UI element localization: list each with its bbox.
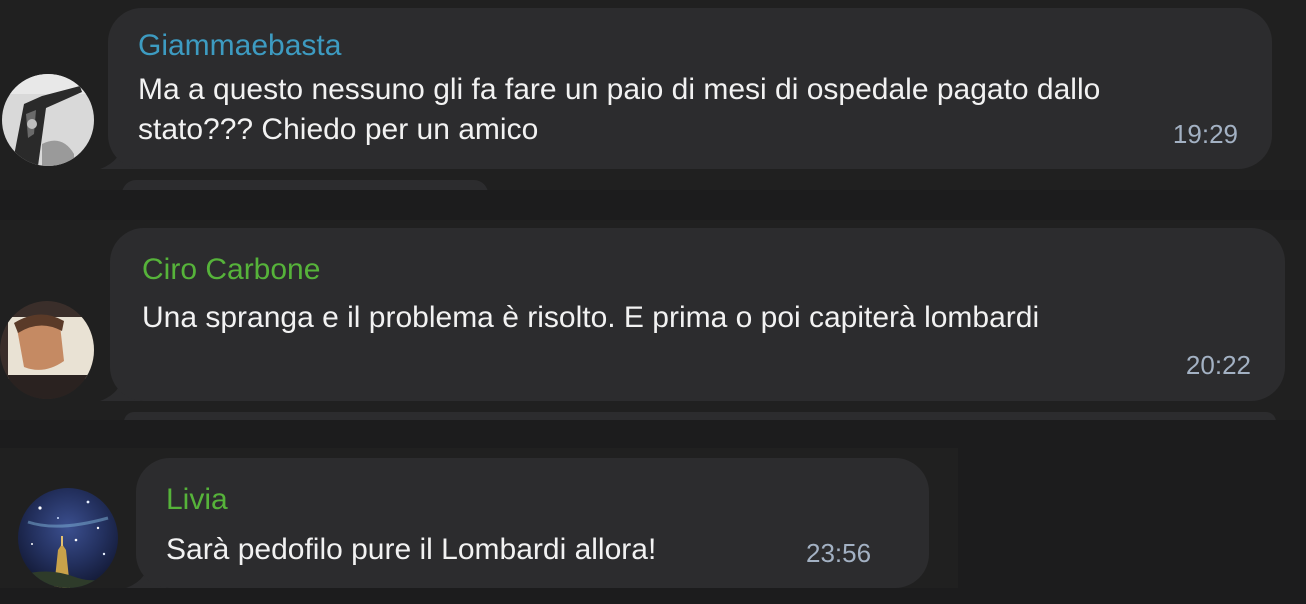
- next-bubble-edge: [122, 180, 488, 190]
- message-bubble-1[interactable]: Giammaebasta Ma a questo nessuno gli fa …: [108, 8, 1272, 169]
- message-panel-1: Giammaebasta Ma a questo nessuno gli fa …: [0, 0, 1306, 190]
- sender-name[interactable]: Livia: [166, 483, 228, 517]
- sender-name[interactable]: Giammaebasta: [138, 29, 341, 63]
- message-panel-3: Livia Sarà pedofilo pure il Lombardi all…: [0, 448, 958, 588]
- message-timestamp: 20:22: [1185, 350, 1251, 380]
- next-bubble-edge: [124, 412, 1276, 420]
- night-sky-avatar: [18, 488, 118, 588]
- message-timestamp: 23:56: [806, 538, 872, 568]
- tattoo-photo-avatar: [2, 74, 94, 166]
- message-text-line-2: stato??? Chiedo per un amico: [138, 113, 539, 146]
- message-timestamp: 19:29: [1172, 119, 1238, 149]
- message-panel-2: Ciro Carbone Una spranga e il problema è…: [0, 220, 1306, 420]
- chat-screenshot: Giammaebasta Ma a questo nessuno gli fa …: [0, 0, 1306, 604]
- portrait-photo-avatar: [0, 301, 94, 399]
- message-text-line-1: Ma a questo nessuno gli fa fare un paio …: [138, 73, 1101, 106]
- message-text-line-1: Una spranga e il problema è risolto. E p…: [142, 301, 1040, 334]
- sender-name[interactable]: Ciro Carbone: [142, 253, 320, 287]
- message-bubble-3[interactable]: Livia Sarà pedofilo pure il Lombardi all…: [136, 458, 929, 588]
- avatar-livia[interactable]: [18, 488, 118, 588]
- message-text-line-1: Sarà pedofilo pure il Lombardi allora!: [166, 533, 657, 566]
- avatar-ciro-carbone[interactable]: [0, 301, 94, 399]
- avatar-giammaebasta[interactable]: [2, 74, 94, 166]
- message-bubble-2[interactable]: Ciro Carbone Una spranga e il problema è…: [110, 228, 1285, 401]
